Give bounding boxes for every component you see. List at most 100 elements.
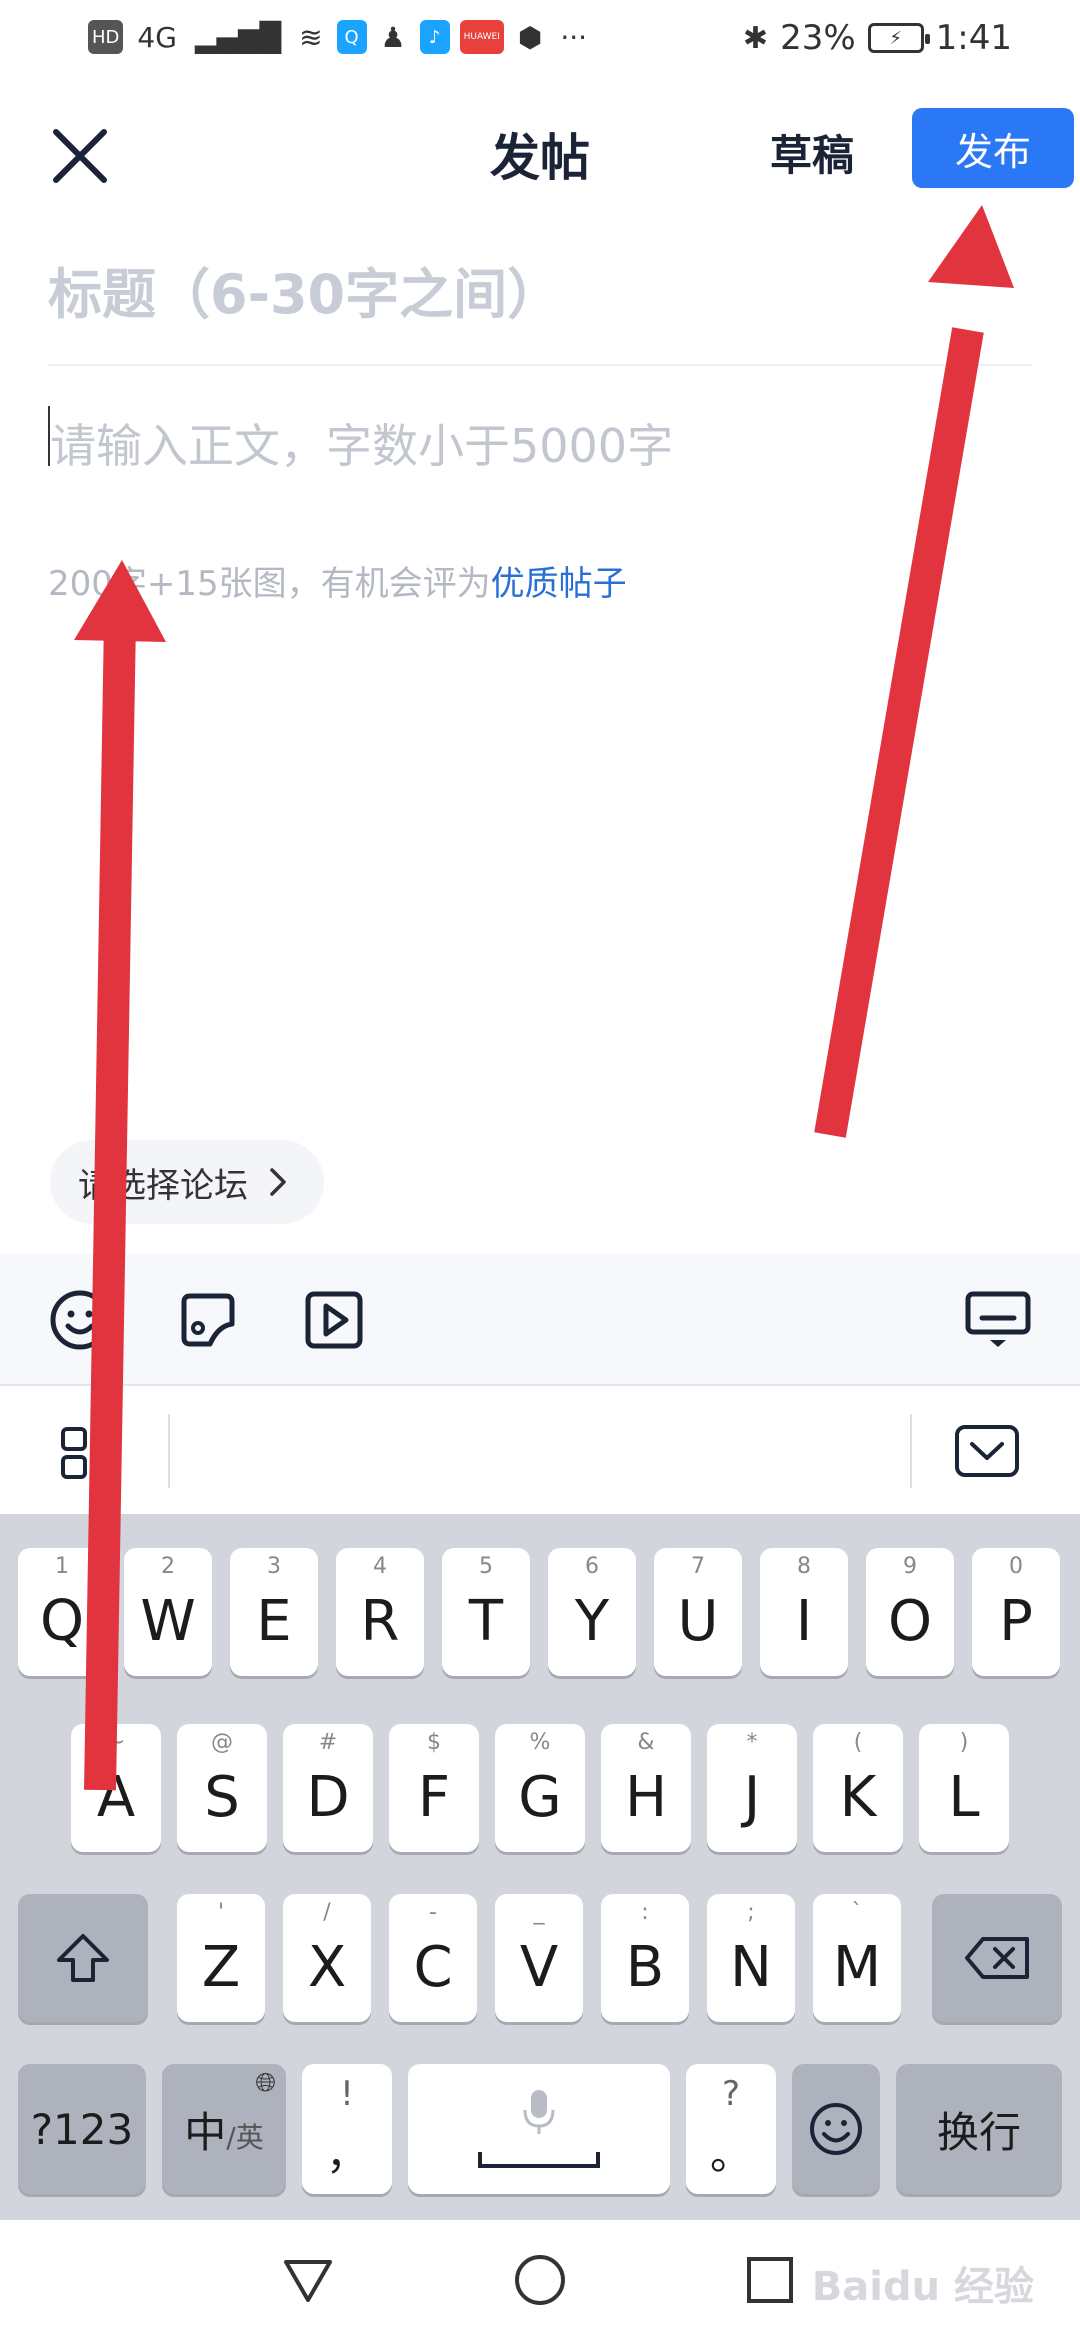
more-notifications-icon: ··· [560, 20, 588, 54]
network-4g-icon: 4G [137, 20, 177, 54]
key-m[interactable]: ` M [813, 1894, 901, 2022]
numbers-key[interactable]: ?123 [18, 2064, 146, 2194]
key-v[interactable]: _ V [495, 1894, 583, 2022]
key-label: G [518, 1764, 562, 1830]
key-label: A [96, 1764, 136, 1830]
microphone-icon [523, 2090, 555, 2134]
key-e[interactable]: 3E [230, 1548, 318, 1676]
key-l[interactable]: ) L [919, 1724, 1009, 1852]
draft-button[interactable]: 草稿 [770, 122, 854, 183]
quality-hint: 200字+15张图，有机会评为优质帖子 [48, 556, 627, 605]
key-j[interactable]: * J [707, 1724, 797, 1852]
key-z[interactable]: ' Z [177, 1894, 265, 2022]
forum-selector-button[interactable]: 请选择论坛 [50, 1140, 324, 1224]
key-alt-label: ` [851, 1900, 863, 1925]
key-h[interactable]: & H [601, 1724, 691, 1852]
key-alt-label: 7 [691, 1554, 705, 1579]
key-label: M [832, 1934, 882, 2000]
comma-key[interactable]: ! ， [302, 2064, 392, 2194]
music-app-icon: ♪ [419, 20, 450, 54]
key-alt-label: & [637, 1730, 655, 1755]
key-label: T [468, 1588, 504, 1654]
key-label: P [999, 1588, 1033, 1654]
smiley-icon [810, 2103, 862, 2155]
key-u[interactable]: 7U [654, 1548, 742, 1676]
grid-menu-icon [61, 1427, 87, 1479]
period-key[interactable]: ? 。 [686, 2064, 776, 2194]
editor-toolbar [0, 1254, 1080, 1386]
key-alt-label: 6 [585, 1554, 599, 1579]
key-label: V [519, 1934, 559, 2000]
key-alt-label: 2 [161, 1554, 175, 1579]
key-alt-label: 8 [797, 1554, 811, 1579]
image-button[interactable] [172, 1284, 244, 1356]
body-input[interactable]: 请输入正文，字数小于5000字 [50, 410, 673, 476]
post-header: 发帖 草稿 发布 [0, 96, 1080, 196]
key-g[interactable]: % G [495, 1724, 585, 1852]
emoji-button[interactable] [44, 1284, 116, 1356]
key-alt-label: ) [959, 1730, 969, 1755]
key-b[interactable]: :B [601, 1894, 689, 2022]
key-y[interactable]: 6Y [548, 1548, 636, 1676]
key-k[interactable]: (K [813, 1724, 903, 1852]
key-alt-label: 1 [55, 1554, 69, 1579]
triangle-back-icon [284, 2260, 332, 2302]
key-a[interactable]: ~ A [71, 1724, 161, 1852]
key-label: B [625, 1934, 665, 2000]
nav-recents-button[interactable] [740, 2250, 800, 2310]
chevron-down-box-icon [955, 1425, 1019, 1477]
key-alt-label: % [529, 1730, 551, 1755]
key-label: K [839, 1764, 877, 1830]
enter-key[interactable]: 换行 [896, 2064, 1062, 2194]
soft-keyboard: ?123 🌐︎ 中/英 ! ， ? 。 换行 1 Q 2 W 3 E 4 R 5… [0, 1514, 1080, 2220]
key-i[interactable]: 8I [760, 1548, 848, 1676]
key-c[interactable]: -C [389, 1894, 477, 2022]
title-input[interactable]: 标题（6-30字之间） [48, 250, 561, 329]
emoji-key[interactable] [792, 2064, 880, 2194]
publish-button[interactable]: 发布 [912, 108, 1074, 188]
language-switch-key[interactable]: 🌐︎ 中/英 [162, 2064, 286, 2194]
space-key[interactable] [408, 2064, 670, 2194]
key-label: L [948, 1764, 980, 1830]
shift-icon [57, 1934, 109, 1982]
globe-icon: 🌐︎ [255, 2068, 276, 2098]
circle-home-icon [515, 2255, 565, 2305]
key-n[interactable]: ; N [707, 1894, 795, 2022]
key-alt-label: _ [533, 1900, 545, 1925]
nav-back-button[interactable] [278, 2250, 338, 2310]
key-s[interactable]: @ S [177, 1724, 267, 1852]
nav-home-button[interactable] [510, 2250, 570, 2310]
key-label: Z [201, 1934, 241, 2000]
key-r[interactable]: 4R [336, 1548, 424, 1676]
backspace-key[interactable] [932, 1894, 1062, 2022]
key-label: W [140, 1588, 196, 1654]
square-recents-icon [747, 2257, 793, 2303]
collapse-keyboard-button[interactable] [954, 1424, 1020, 1482]
key-w[interactable]: 2W [124, 1548, 212, 1676]
chevron-right-icon [270, 1168, 286, 1196]
key-alt-label: ; [747, 1900, 755, 1925]
keyboard-menu-button[interactable] [60, 1426, 90, 1484]
key-d[interactable]: # D [283, 1724, 373, 1852]
key-t[interactable]: 5T [442, 1548, 530, 1676]
emoji-icon [50, 1290, 110, 1350]
key-p[interactable]: 0P [972, 1548, 1060, 1676]
key-q[interactable]: 1Q [18, 1548, 106, 1676]
key-label: H [624, 1764, 668, 1830]
key-alt-label: / [323, 1900, 331, 1925]
shift-key[interactable] [18, 1894, 148, 2022]
key-x[interactable]: / X [283, 1894, 371, 2022]
signal-icon: ▂▄▆█ [194, 20, 282, 54]
candidate-separator-left [168, 1414, 170, 1488]
hide-keyboard-button[interactable] [962, 1284, 1034, 1356]
key-f[interactable]: $ F [389, 1724, 479, 1852]
status-bar: HD 4G ▂▄▆█ ≋ Q ♟ ♪ HUAWEI ⬢ ··· ✱ 23% ⚡ … [0, 0, 1080, 80]
backspace-icon [965, 1937, 1029, 1979]
video-button[interactable] [298, 1284, 370, 1356]
key-label: I [795, 1588, 813, 1654]
period-key-alt: ? [721, 2074, 741, 2114]
key-o[interactable]: 9O [866, 1548, 954, 1676]
quality-post-link[interactable]: 优质帖子 [491, 564, 627, 604]
title-divider [48, 364, 1032, 366]
system-nav-bar: Baidu 经验 [0, 2220, 1080, 2340]
